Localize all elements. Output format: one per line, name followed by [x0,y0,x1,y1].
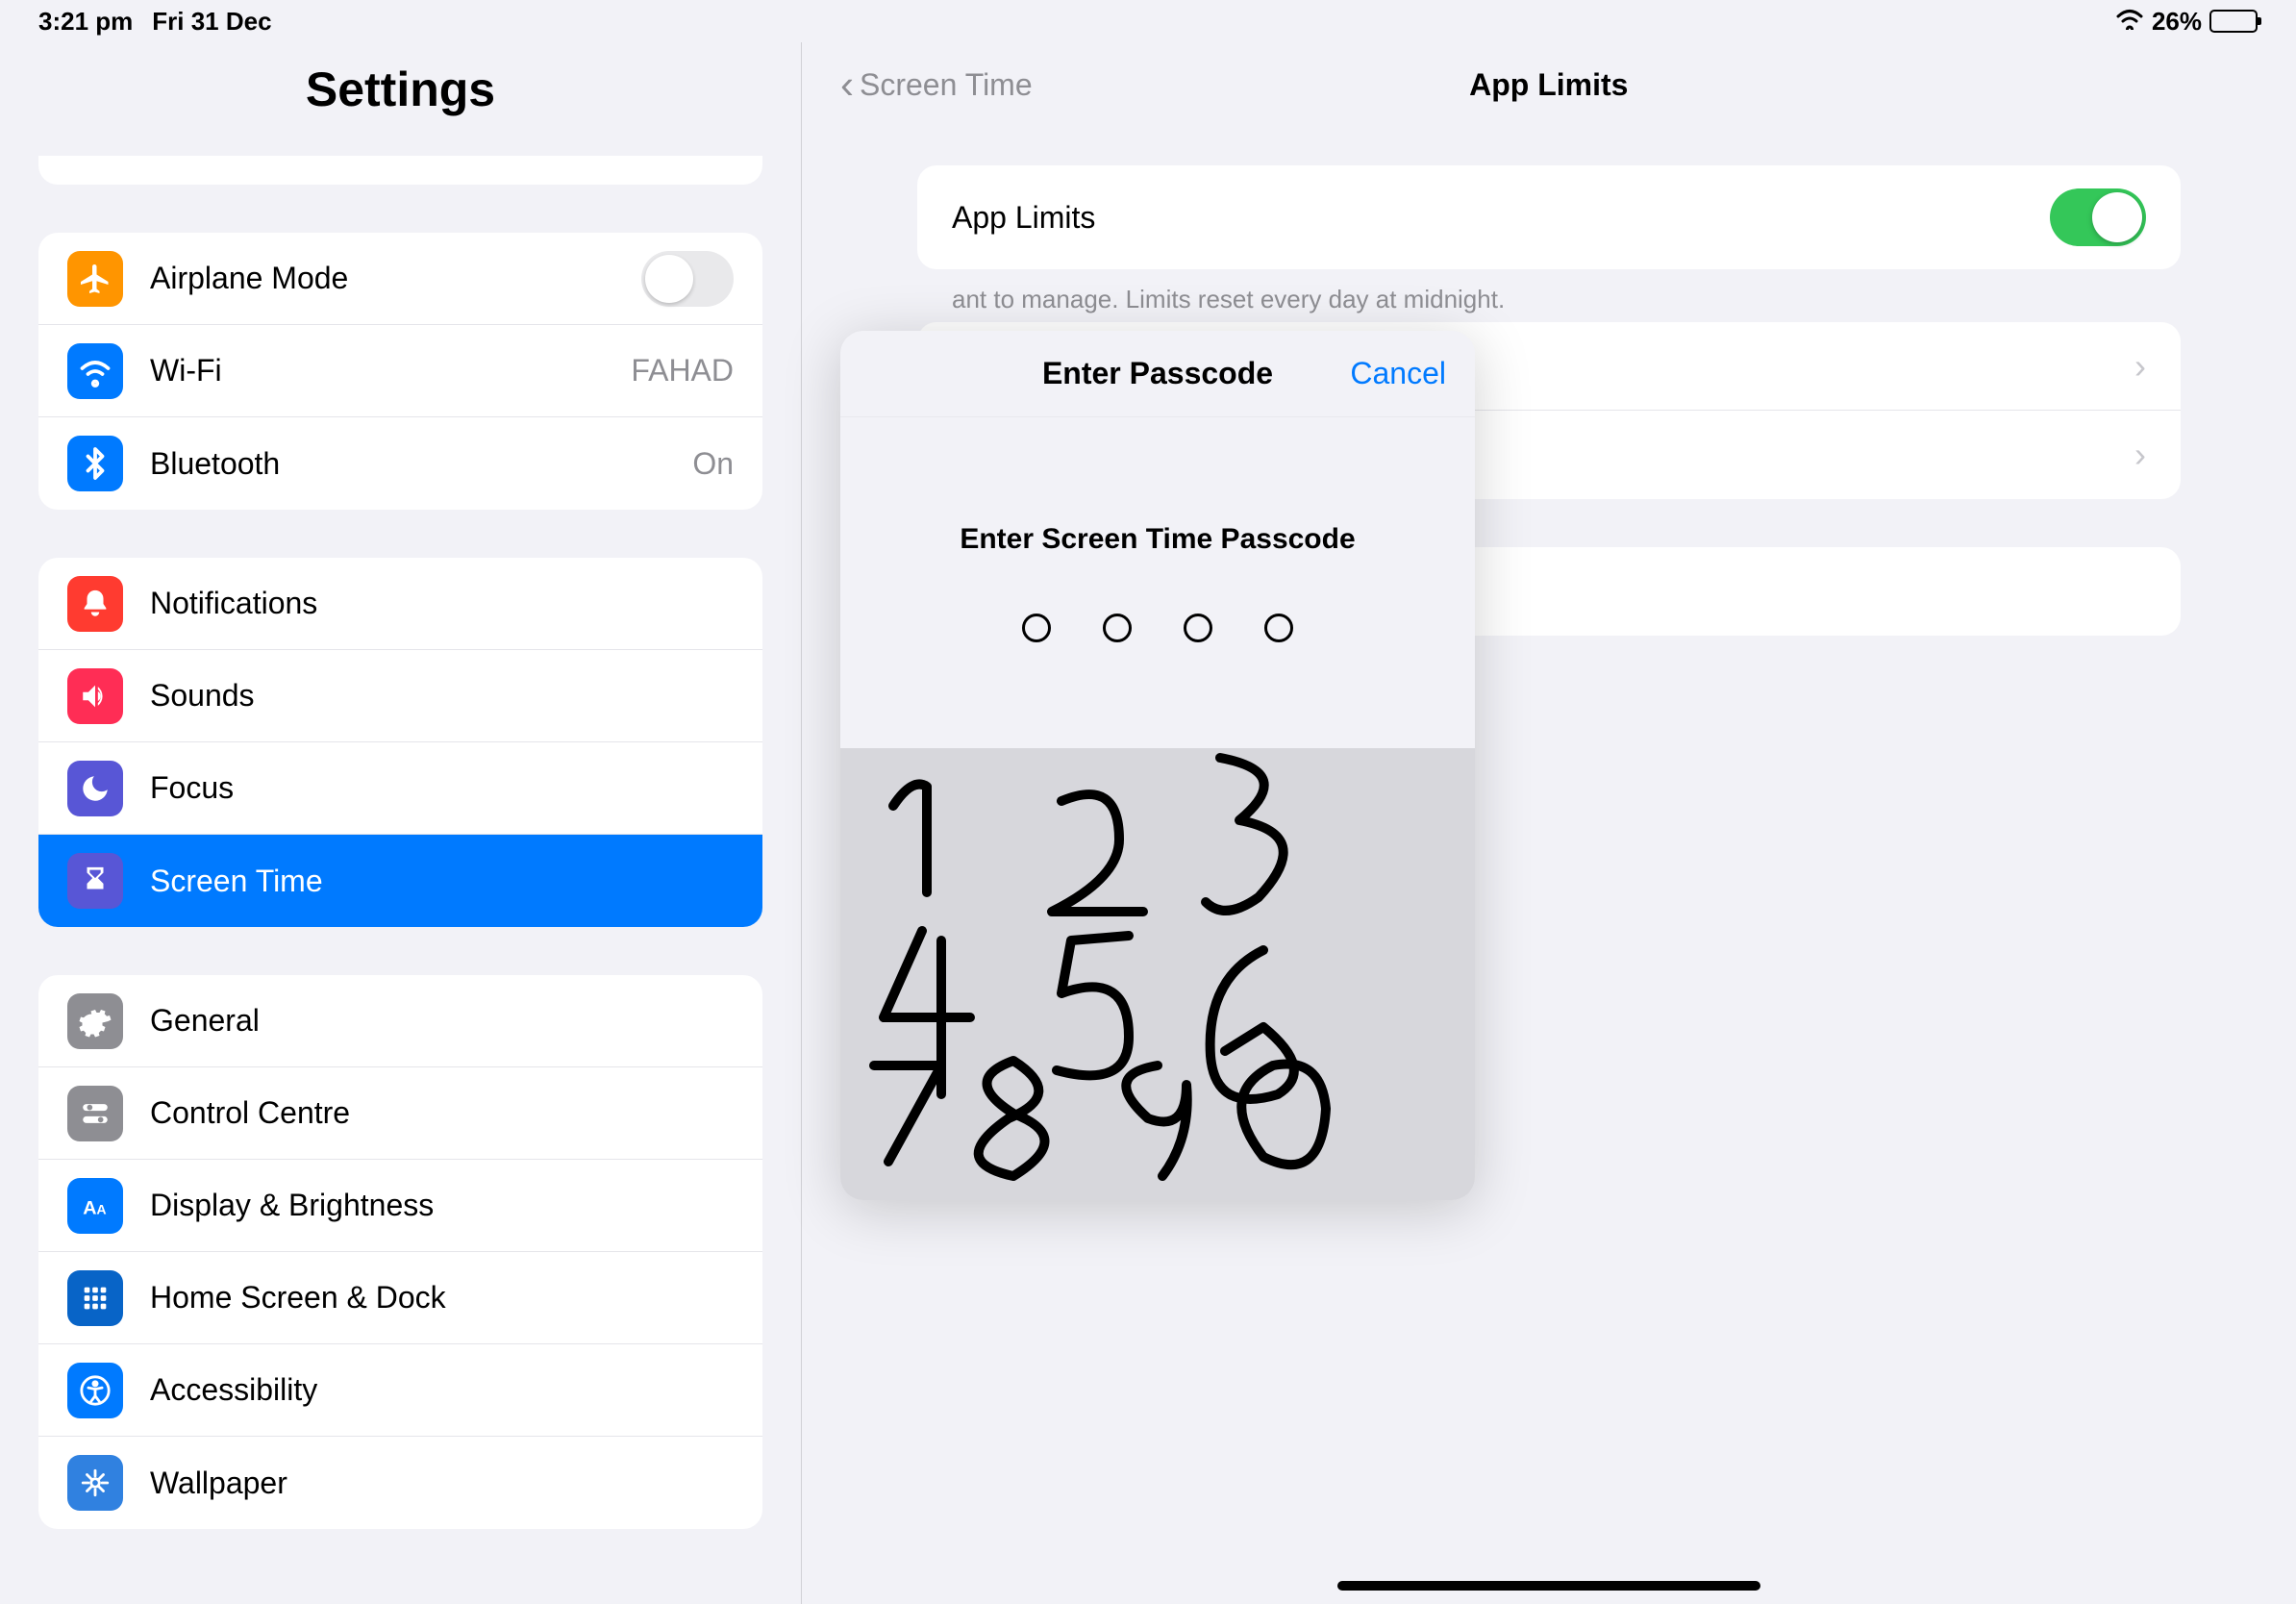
chevron-right-icon: › [2134,435,2146,475]
airplane-icon [67,251,123,307]
svg-text:A: A [83,1197,96,1218]
accessibility-icon [67,1363,123,1418]
cancel-button[interactable]: Cancel [1350,356,1446,391]
detail-pane: ‹ Screen Time App Limits App Limits ant … [802,42,2296,1604]
sidebar-item-focus[interactable]: Focus [38,742,762,835]
modal-title: Enter Passcode [1042,356,1273,391]
speaker-icon [67,668,123,724]
sidebar-item-wifi[interactable]: Wi-Fi FAHAD [38,325,762,417]
sidebar-item-notifications[interactable]: Notifications [38,558,762,650]
screentime-label: Screen Time [150,864,734,899]
general-label: General [150,1003,734,1039]
status-bar: 3:21 pm Fri 31 Dec 26% [0,0,2296,42]
settings-group-connectivity: Airplane Mode Wi-Fi FAHAD Bluetooth On [38,233,762,510]
pin-dot [1184,614,1212,642]
sidebar-item-sounds[interactable]: Sounds [38,650,762,742]
sounds-label: Sounds [150,678,734,714]
battery-percent: 26% [2152,7,2202,37]
sidebar-item-home-screen[interactable]: Home Screen & Dock [38,1252,762,1344]
detail-header: ‹ Screen Time App Limits [802,42,2296,137]
moon-icon [67,761,123,816]
settings-group-alerts: Notifications Sounds Focus Screen Time [38,558,762,927]
hourglass-icon [67,853,123,909]
settings-group-general: General Control Centre AA Display & Brig… [38,975,762,1529]
handwriting-icon [840,748,1475,1200]
sidebar-item-screentime[interactable]: Screen Time [38,835,762,927]
app-limits-footer: ant to manage. Limits reset every day at… [802,269,2296,314]
sidebar-item-general[interactable]: General [38,975,762,1067]
bluetooth-icon [67,436,123,491]
app-limits-label: App Limits [952,200,2050,236]
status-time: 3:21 pm [38,7,133,37]
wifi-icon [2115,7,2144,37]
detail-title: App Limits [840,67,2258,103]
sidebar-item-airplane[interactable]: Airplane Mode [38,233,762,325]
page-title: Settings [0,42,801,146]
pin-dot [1103,614,1132,642]
bluetooth-value: On [692,446,734,482]
sidebar-item-display[interactable]: AA Display & Brightness [38,1160,762,1252]
status-date: Fri 31 Dec [152,7,271,37]
app-limits-toggle-group: App Limits [917,165,2181,269]
sidebar-item-bluetooth[interactable]: Bluetooth On [38,417,762,510]
gear-icon [67,993,123,1049]
scribble-keypad[interactable] [840,748,1475,1200]
accessibility-label: Accessibility [150,1372,734,1408]
focus-label: Focus [150,770,734,806]
modal-prompt: Enter Screen Time Passcode [840,523,1475,556]
app-limits-toggle[interactable] [2050,188,2146,246]
bell-icon [67,576,123,632]
control-label: Control Centre [150,1095,734,1131]
home-label: Home Screen & Dock [150,1280,734,1316]
chevron-right-icon: › [2134,346,2146,387]
grid-icon [67,1270,123,1326]
sidebar-item-wallpaper[interactable]: Wallpaper [38,1437,762,1529]
sidebar: Settings Airplane Mode Wi-Fi FAHAD [0,42,802,1604]
passcode-dots [840,614,1475,642]
display-label: Display & Brightness [150,1188,734,1223]
notifications-label: Notifications [150,586,734,621]
home-indicator[interactable] [1337,1581,1760,1591]
apple-id-row-fragment[interactable] [38,156,762,185]
text-size-icon: AA [67,1178,123,1234]
sidebar-item-control-centre[interactable]: Control Centre [38,1067,762,1160]
airplane-label: Airplane Mode [150,261,641,296]
toggles-icon [67,1086,123,1141]
wifi-label: Wi-Fi [150,353,631,388]
bluetooth-label: Bluetooth [150,446,692,482]
airplane-toggle[interactable] [641,251,734,307]
wifi-value: FAHAD [631,353,734,388]
passcode-modal: Enter Passcode Cancel Enter Screen Time … [840,331,1475,1200]
flower-icon [67,1455,123,1511]
pin-dot [1022,614,1051,642]
svg-text:A: A [96,1202,106,1217]
battery-icon [2209,10,2258,33]
pin-dot [1264,614,1293,642]
app-limits-toggle-row[interactable]: App Limits [917,165,2181,269]
sidebar-item-accessibility[interactable]: Accessibility [38,1344,762,1437]
wallpaper-label: Wallpaper [150,1466,734,1501]
wifi-icon [67,343,123,399]
